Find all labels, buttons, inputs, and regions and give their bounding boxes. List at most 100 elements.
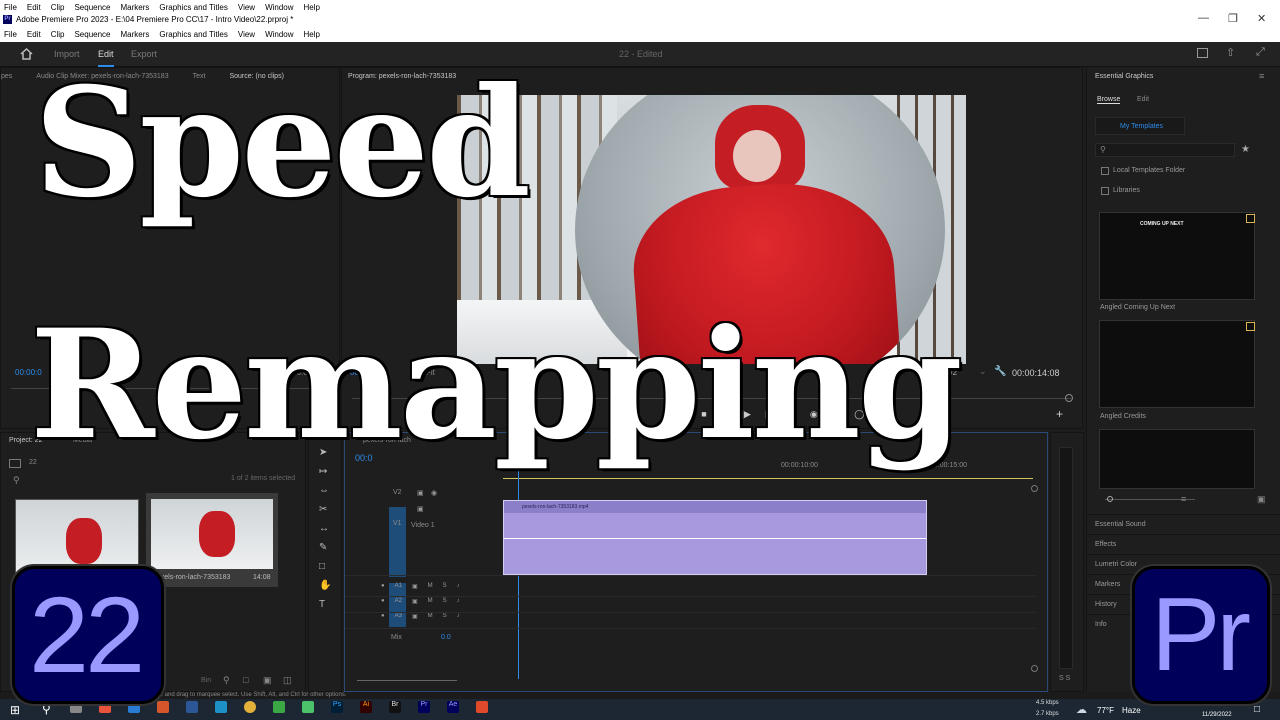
mix-value[interactable]: 0.0 <box>441 634 451 641</box>
v2-toggle-icon[interactable]: ▣ <box>417 489 424 497</box>
timeline-scroll-handle-bottom[interactable] <box>1031 665 1038 672</box>
v1-toggle-icon[interactable]: ▣ <box>417 505 424 513</box>
a1-mic-icon[interactable]: ♪ <box>457 583 460 590</box>
chrome-icon[interactable] <box>244 701 256 713</box>
tab-browse[interactable]: Browse <box>1097 96 1121 104</box>
bridge-icon[interactable]: Br <box>389 701 401 713</box>
menu-markers-2[interactable]: Markers <box>121 30 150 39</box>
panel-effects[interactable]: Effects <box>1087 534 1280 554</box>
edge-icon[interactable] <box>215 701 227 713</box>
menu-file[interactable]: File <box>4 3 17 12</box>
trash-icon[interactable]: ◫ <box>283 675 292 686</box>
a2-lock-icon[interactable]: ● <box>381 598 385 605</box>
a2-mute-button[interactable]: M <box>428 598 433 605</box>
snipping-icon[interactable] <box>476 701 488 713</box>
menu-edit[interactable]: Edit <box>27 3 41 12</box>
home-icon[interactable] <box>20 48 33 60</box>
panel-essential-sound[interactable]: Essential Sound <box>1087 514 1280 534</box>
zoom-handle-icon[interactable] <box>1065 394 1073 402</box>
v1-source-patch[interactable] <box>389 507 406 577</box>
a1-lock-icon[interactable]: ● <box>381 583 385 590</box>
track-a3-label[interactable]: A3 <box>395 613 402 620</box>
new-item-icon[interactable]: ▣ <box>263 675 272 686</box>
clip-thumbnail-2[interactable] <box>151 499 273 569</box>
a3-mute-button[interactable]: M <box>428 613 433 620</box>
after-effects-icon[interactable]: Ae <box>447 701 459 713</box>
a3-toggle-icon[interactable]: ▣ <box>412 613 418 620</box>
a1-mute-button[interactable]: M <box>428 583 433 590</box>
pen-icon[interactable]: ✎ <box>319 542 331 553</box>
rectangle-icon[interactable]: □ <box>319 561 331 572</box>
taskbar-search-icon[interactable]: ⚲ <box>42 702 51 716</box>
menu-window-2[interactable]: Window <box>265 30 293 39</box>
template-search-input[interactable]: ⚲ <box>1095 143 1235 157</box>
greenshot-icon[interactable] <box>302 701 314 713</box>
a1-toggle-icon[interactable]: ▣ <box>412 583 418 590</box>
find-icon[interactable]: ⚲ <box>223 675 230 686</box>
new-bin-icon[interactable]: □ <box>243 675 248 685</box>
new-layer-icon[interactable]: ▣ <box>1257 494 1266 505</box>
weather-desc[interactable]: Haze <box>1122 706 1141 715</box>
menu-help-2[interactable]: Help <box>304 30 320 39</box>
maximize-icon[interactable]: ❐ <box>1228 12 1238 25</box>
menu-view-2[interactable]: View <box>238 30 255 39</box>
a3-solo-button[interactable]: S <box>443 613 447 620</box>
template-thumb-coming-up[interactable]: COMING UP NEXT <box>1099 212 1255 300</box>
timeline-scroll-handle-top[interactable] <box>1031 485 1038 492</box>
weather-temp[interactable]: 77°F <box>1097 706 1114 715</box>
close-icon[interactable]: ✕ <box>1257 12 1266 25</box>
a2-solo-button[interactable]: S <box>443 598 447 605</box>
notification-icon[interactable]: □ <box>1254 704 1260 715</box>
track-a2-label[interactable]: A2 <box>395 598 402 605</box>
work-area-bar[interactable] <box>503 478 1033 479</box>
menu-window[interactable]: Window <box>265 3 293 12</box>
slip-icon[interactable]: ↔ <box>319 523 331 534</box>
thumb-size-handle[interactable] <box>1107 496 1113 502</box>
menu-view[interactable]: View <box>238 3 255 12</box>
search-icon[interactable]: ⚲ <box>13 475 20 486</box>
templates-dropdown[interactable]: My Templates <box>1095 117 1185 135</box>
camtasia-icon[interactable] <box>273 701 285 713</box>
hand-icon[interactable]: ✋ <box>319 580 331 591</box>
menu-clip[interactable]: Clip <box>51 3 65 12</box>
a3-mic-icon[interactable]: ♪ <box>457 613 460 620</box>
minimize-icon[interactable]: — <box>1198 12 1209 24</box>
clip-rubber-band[interactable] <box>504 538 926 539</box>
libraries-checkbox[interactable] <box>1101 187 1109 195</box>
illustrator-icon[interactable]: Ai <box>360 701 372 713</box>
a3-lock-icon[interactable]: ● <box>381 613 385 620</box>
favorite-star-icon[interactable]: ★ <box>1241 144 1250 155</box>
track-a1-label[interactable]: A1 <box>395 583 402 590</box>
share-icon[interactable]: ⇧ <box>1226 46 1235 59</box>
template-thumb-credits[interactable] <box>1099 320 1255 408</box>
tab-edit[interactable]: Edit <box>1137 96 1149 103</box>
menu-sequence[interactable]: Sequence <box>74 3 110 12</box>
solo-meter-label[interactable]: S S <box>1059 675 1070 682</box>
a2-mic-icon[interactable]: ♪ <box>457 598 460 605</box>
template-thumb-3[interactable] <box>1099 429 1255 489</box>
track-v2-label[interactable]: V2 <box>393 489 402 496</box>
menu-file-2[interactable]: File <box>4 30 17 39</box>
weather-cloud-icon[interactable]: ☁ <box>1076 703 1087 716</box>
fullscreen-icon[interactable]: ⤢ <box>1256 46 1265 59</box>
v2-eye-icon[interactable]: ◉ <box>431 489 437 497</box>
a2-toggle-icon[interactable]: ▣ <box>412 598 418 605</box>
razor-icon[interactable]: ✂ <box>319 504 331 515</box>
type-tool-icon[interactable]: T <box>319 599 331 610</box>
ublock-icon[interactable] <box>157 701 169 713</box>
menu-edit-2[interactable]: Edit <box>27 30 41 39</box>
timeline-zoom-bar[interactable] <box>357 680 457 681</box>
wrench-icon[interactable]: 🔧 <box>994 366 1006 377</box>
add-button-icon[interactable]: + <box>1056 407 1063 421</box>
track-v1-label[interactable]: V1 <box>393 520 402 527</box>
menu-markers[interactable]: Markers <box>121 3 150 12</box>
photoshop-icon[interactable]: Ps <box>331 701 343 713</box>
ripple-edit-icon[interactable]: ⇔ <box>319 485 331 496</box>
menu-graphics[interactable]: Graphics and Titles <box>159 3 227 12</box>
clock-date[interactable]: 11/29/2022 <box>1202 712 1232 718</box>
a1-solo-button[interactable]: S <box>443 583 447 590</box>
local-templates-checkbox[interactable] <box>1101 167 1109 175</box>
menu-clip-2[interactable]: Clip <box>51 30 65 39</box>
timeline-clip[interactable]: pexels-ron-lach-7353183.mp4 <box>503 500 927 575</box>
menu-help[interactable]: Help <box>304 3 320 12</box>
